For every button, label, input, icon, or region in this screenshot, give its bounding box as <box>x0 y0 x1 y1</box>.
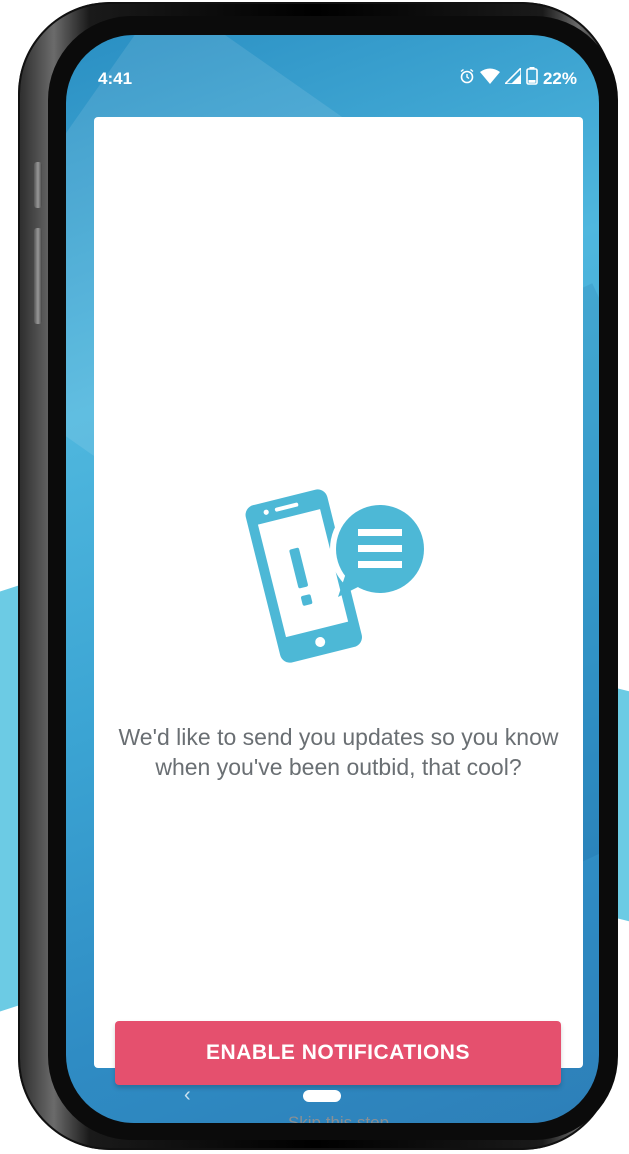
home-pill-icon[interactable] <box>303 1090 341 1102</box>
phone-notification-icon <box>234 477 444 667</box>
battery-icon <box>526 67 538 90</box>
status-bar: 4:41 22% <box>66 35 599 115</box>
permission-message: We'd like to send you updates so you kno… <box>118 724 559 780</box>
navigation-bar: ‹ <box>66 1068 599 1123</box>
chevron-left-icon[interactable]: ‹ <box>184 1084 191 1107</box>
alarm-icon <box>459 68 475 89</box>
status-icons: 22% <box>459 66 577 90</box>
status-time: 4:41 <box>98 69 133 88</box>
wifi-icon <box>479 68 500 89</box>
signal-icon <box>503 66 522 89</box>
phone-side-button <box>34 228 42 324</box>
phone-side-button <box>34 162 42 208</box>
battery-percent: 22% <box>542 68 577 88</box>
stage: 4:41 22% We'd like to send you updates s… <box>0 0 629 1154</box>
phone-frame: 4:41 22% We'd like to send you updates s… <box>18 2 618 1150</box>
phone-screen: 4:41 22% We'd like to send you updates s… <box>66 35 599 1123</box>
notification-permission-card: We'd like to send you updates so you kno… <box>94 117 583 1123</box>
